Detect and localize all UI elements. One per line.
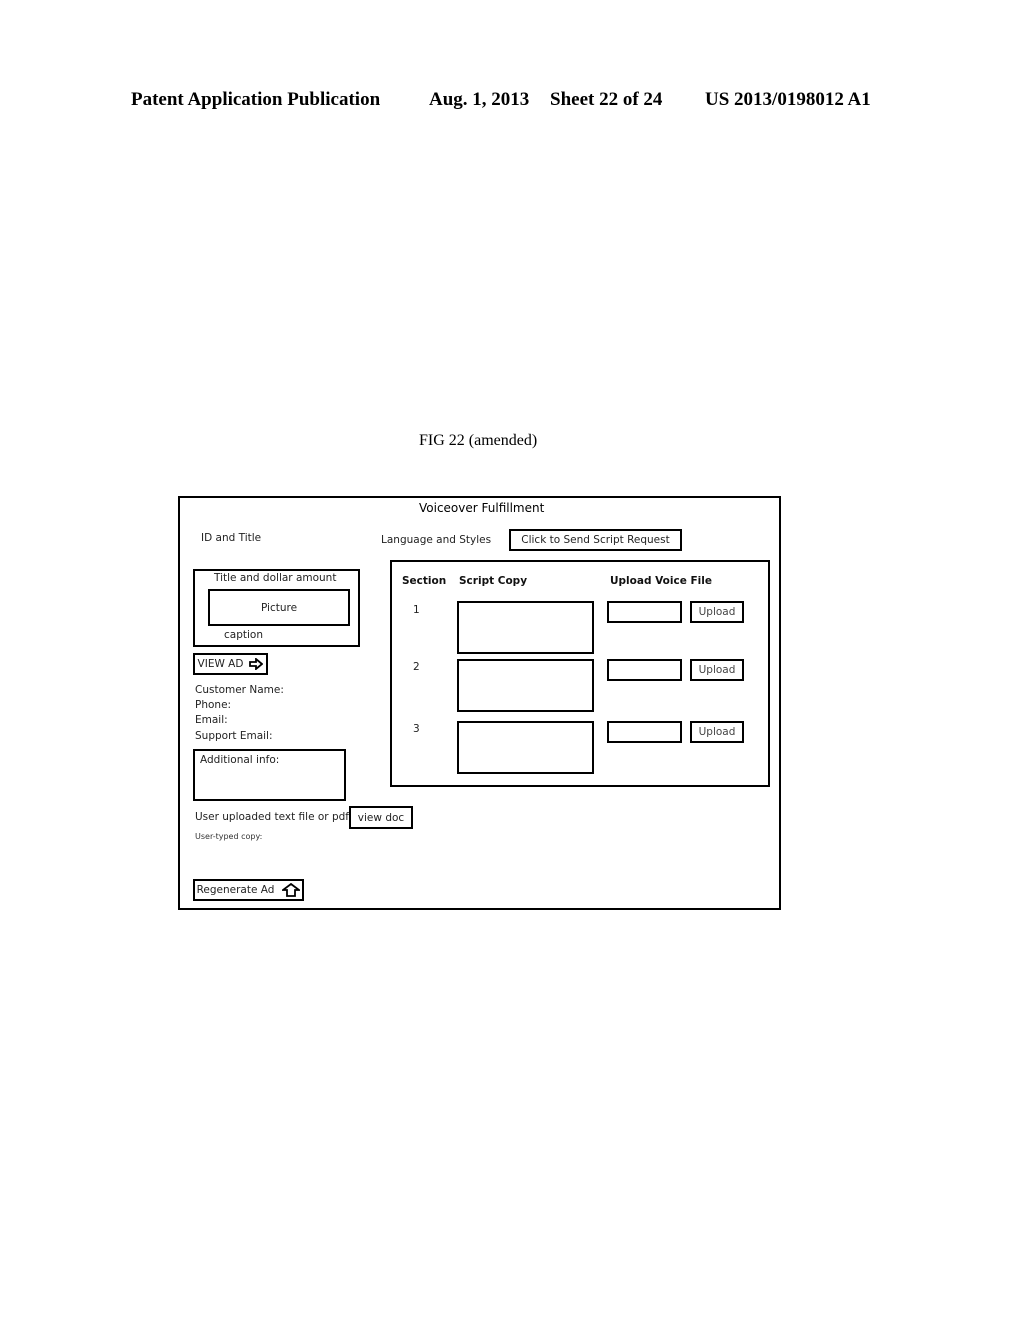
figure-caption: FIG 22 (amended) [419, 432, 538, 449]
script-copy-field[interactable] [457, 721, 594, 774]
sheet-number: Sheet 22 of 24 [550, 89, 663, 110]
voice-file-field[interactable] [607, 659, 682, 681]
picture-label: Picture [260, 601, 298, 614]
additional-info-label: Additional info: [200, 754, 280, 766]
view-ad-button[interactable]: VIEW AD [193, 653, 268, 675]
voice-file-field[interactable] [607, 721, 682, 743]
view-ad-label: VIEW AD [197, 658, 244, 670]
patent-number: US 2013/0198012 A1 [705, 89, 871, 110]
ad-title-label: Title and dollar amount [214, 572, 337, 584]
email-label: Email: [195, 714, 228, 726]
uploaded-file-label: User uploaded text file or pdf: [195, 811, 353, 823]
upload-button[interactable]: Upload [690, 601, 744, 623]
script-copy-field[interactable] [457, 601, 594, 654]
ad-picture: Picture [208, 589, 350, 626]
section-column-header: Section [402, 575, 447, 587]
upload-button[interactable]: Upload [690, 659, 744, 681]
id-and-title-label: ID and Title [201, 532, 262, 544]
publication-date: Aug. 1, 2013 [429, 89, 530, 110]
upload-voice-file-column-header: Upload Voice File [610, 575, 712, 587]
user-typed-copy-label: User-typed copy: [195, 832, 263, 841]
script-copy-column-header: Script Copy [459, 575, 528, 587]
section-number: 2 [413, 661, 420, 673]
window-title: Voiceover Fulfillment [419, 501, 545, 515]
arrow-right-icon [249, 658, 264, 670]
voice-file-field[interactable] [607, 601, 682, 623]
regenerate-ad-button[interactable]: Regenerate Ad [193, 879, 304, 901]
script-copy-field[interactable] [457, 659, 594, 712]
support-email-label: Support Email: [195, 730, 273, 742]
publication-label: Patent Application Publication [131, 89, 381, 110]
customer-name-label: Customer Name: [195, 684, 284, 696]
view-doc-button[interactable]: view doc [349, 806, 413, 829]
send-script-request-button[interactable]: Click to Send Script Request [509, 529, 682, 551]
ad-caption-label: caption [224, 629, 263, 641]
upload-button[interactable]: Upload [690, 721, 744, 743]
section-number: 3 [413, 723, 420, 735]
regenerate-ad-label: Regenerate Ad [196, 884, 275, 896]
phone-label: Phone: [195, 699, 232, 711]
arrow-up-icon [282, 883, 301, 897]
language-styles-label: Language and Styles [381, 534, 492, 546]
section-number: 1 [413, 604, 420, 616]
